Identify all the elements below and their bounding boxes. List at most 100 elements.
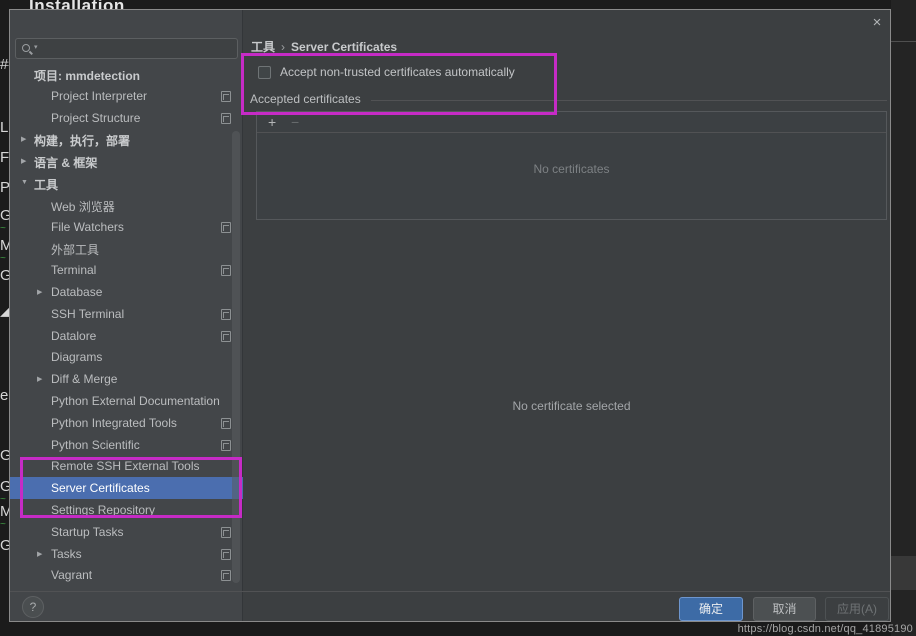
sidebar-item-python-external-documentation[interactable]: Python External Documentation <box>10 390 243 412</box>
background-right-strip <box>891 0 916 636</box>
sidebar-item-remote-ssh-external-tools[interactable]: Remote SSH External Tools <box>10 455 243 477</box>
accepted-certificates-header: Accepted certificates <box>250 92 887 106</box>
shared-settings-icon <box>221 526 231 538</box>
ok-button[interactable]: 确定 <box>679 597 743 621</box>
chevron-right-icon[interactable]: ▶ <box>21 135 26 143</box>
sidebar-item-label: 项目: mmdetection <box>34 69 141 83</box>
sidebar-item-external-tools[interactable]: 外部工具 <box>10 237 243 259</box>
header-rule <box>370 99 887 101</box>
chevron-right-icon[interactable]: ▶ <box>21 157 26 165</box>
sidebar-item-label: 构建，执行，部署 <box>34 134 131 149</box>
sidebar-item-settings-repository[interactable]: Settings Repository <box>10 499 243 521</box>
breadcrumb: 工具 › Server Certificates <box>251 38 397 55</box>
sidebar-item-diagrams[interactable]: Diagrams <box>10 346 243 368</box>
sidebar-item-label: Settings Repository <box>51 503 156 517</box>
breadcrumb-separator: › <box>281 40 286 54</box>
chevron-down-icon: ▾ <box>34 44 38 51</box>
sidebar-item-label: Project Interpreter <box>51 88 148 103</box>
breadcrumb-section[interactable]: 工具 <box>251 40 275 54</box>
sidebar-item-project-structure[interactable]: Project Structure <box>10 107 243 129</box>
chevron-down-icon[interactable]: ▼ <box>21 179 28 186</box>
shared-settings-icon <box>221 221 231 233</box>
sidebar-item-project-mmdetection[interactable]: 项目: mmdetection <box>10 63 243 85</box>
chevron-right-icon[interactable]: ▶ <box>37 550 42 558</box>
shared-settings-icon <box>221 308 231 320</box>
sidebar-item-file-watchers[interactable]: File Watchers <box>10 216 243 238</box>
sidebar-item-database[interactable]: ▶ Database <box>10 281 243 303</box>
accept-certificates-checkbox[interactable] <box>258 66 271 79</box>
shared-settings-icon <box>221 265 231 277</box>
sidebar-item-label: Project Structure <box>51 110 141 125</box>
sidebar-item-project-interpreter[interactable]: Project Interpreter <box>10 85 243 107</box>
sidebar-item-python-integrated-tools[interactable]: Python Integrated Tools <box>10 412 243 434</box>
sidebar-item-label: Remote SSH External Tools <box>51 459 200 474</box>
sidebar-item-tasks[interactable]: ▶ Tasks <box>10 543 243 565</box>
sidebar-item-label: Database <box>51 285 103 299</box>
sidebar-item-label: Vagrant <box>51 568 93 583</box>
sidebar-item-label: Diagrams <box>51 350 103 365</box>
remove-certificate-button[interactable]: − <box>291 114 299 130</box>
empty-certificates-text: No certificates <box>533 162 610 176</box>
shared-settings-icon <box>221 548 231 560</box>
add-certificate-button[interactable]: + <box>268 114 276 130</box>
sidebar-item-vagrant[interactable]: Vagrant <box>10 564 243 586</box>
sidebar-item-python-scientific[interactable]: Python Scientific <box>10 434 243 456</box>
sidebar-item-label: Terminal <box>51 263 97 278</box>
spellcheck-squiggle: ~ <box>0 253 6 264</box>
apply-button: 应用(A) <box>825 597 889 621</box>
chevron-right-icon[interactable]: ▶ <box>37 375 42 383</box>
sidebar-item-datalore[interactable]: Datalore <box>10 325 243 347</box>
sidebar-item-web-browsers[interactable]: Web 浏览器 <box>10 194 243 216</box>
footer-divider <box>10 591 890 592</box>
search-icon <box>22 44 30 52</box>
sidebar-item-label: SSH Terminal <box>51 306 125 321</box>
sidebar-item-tools[interactable]: ▼ 工具 <box>10 172 243 194</box>
settings-dialog: 设置 × 项目: mmdetectionProject InterpreterP… <box>9 9 891 622</box>
cancel-button[interactable]: 取消 <box>753 597 816 621</box>
certificates-toolbar: + − <box>257 112 886 133</box>
sidebar-item-label: File Watchers <box>51 219 124 234</box>
shared-settings-icon <box>221 330 231 342</box>
sidebar-item-label: 外部工具 <box>51 243 100 258</box>
sidebar-item-label: Tasks <box>51 546 82 561</box>
sidebar-item-label: Datalore <box>51 328 97 343</box>
shared-settings-icon <box>221 439 231 451</box>
close-icon[interactable]: × <box>865 11 889 35</box>
sidebar-item-build-execution-deployment[interactable]: ▶ 构建，执行，部署 <box>10 128 243 150</box>
sidebar-item-languages-frameworks[interactable]: ▶ 语言 & 框架 <box>10 150 243 172</box>
shared-settings-icon <box>221 570 231 582</box>
shared-settings-icon <box>221 90 231 102</box>
sidebar-scrollbar[interactable] <box>232 131 240 583</box>
sidebar-item-label: Web 浏览器 <box>51 199 115 214</box>
settings-tree: 项目: mmdetection Project Interpreter Projec… <box>10 10 243 621</box>
sidebar-item-label: Server Certificates <box>51 481 150 496</box>
sidebar-item-label: Python Integrated Tools <box>51 415 177 430</box>
sidebar-item-diff-merge[interactable]: ▶ Diff & Merge <box>10 368 243 390</box>
sidebar-item-startup-tasks[interactable]: Startup Tasks <box>10 521 243 543</box>
no-certificate-selected-text: No certificate selected <box>512 399 631 413</box>
sidebar-item-label: Python Scientific <box>51 437 140 452</box>
help-button[interactable]: ? <box>22 596 44 618</box>
sidebar-item-label: Startup Tasks <box>51 524 124 539</box>
spellcheck-squiggle: ~ <box>0 519 6 530</box>
accept-certificates-label: Accept non-trusted certificates automati… <box>280 65 515 79</box>
breadcrumb-page: Server Certificates <box>291 40 398 54</box>
certificates-list-panel: + − No certificates <box>256 111 887 220</box>
sidebar-item-label: 语言 & 框架 <box>34 156 98 171</box>
shared-settings-icon <box>221 417 231 429</box>
sidebar-item-ssh-terminal[interactable]: SSH Terminal <box>10 303 243 325</box>
sidebar-item-label: Python External Documentation <box>51 394 220 408</box>
background-right-block <box>891 556 916 590</box>
chevron-right-icon[interactable]: ▶ <box>37 288 42 296</box>
sidebar-item-terminal[interactable]: Terminal <box>10 259 243 281</box>
settings-sidebar: 项目: mmdetection Project Interpreter Projec… <box>10 10 243 621</box>
shared-settings-icon <box>221 112 231 124</box>
watermark-url: https://blog.csdn.net/qq_41895190 <box>737 623 913 635</box>
search-input[interactable]: ▾ <box>15 38 238 59</box>
background-divider-line <box>891 41 916 42</box>
spellcheck-squiggle: ~ <box>0 223 6 234</box>
accepted-certificates-label: Accepted certificates <box>250 92 361 106</box>
sidebar-item-server-certificates[interactable]: Server Certificates <box>10 477 243 500</box>
sidebar-item-label: 工具 <box>34 178 59 192</box>
sidebar-item-label: Diff & Merge <box>51 372 118 387</box>
